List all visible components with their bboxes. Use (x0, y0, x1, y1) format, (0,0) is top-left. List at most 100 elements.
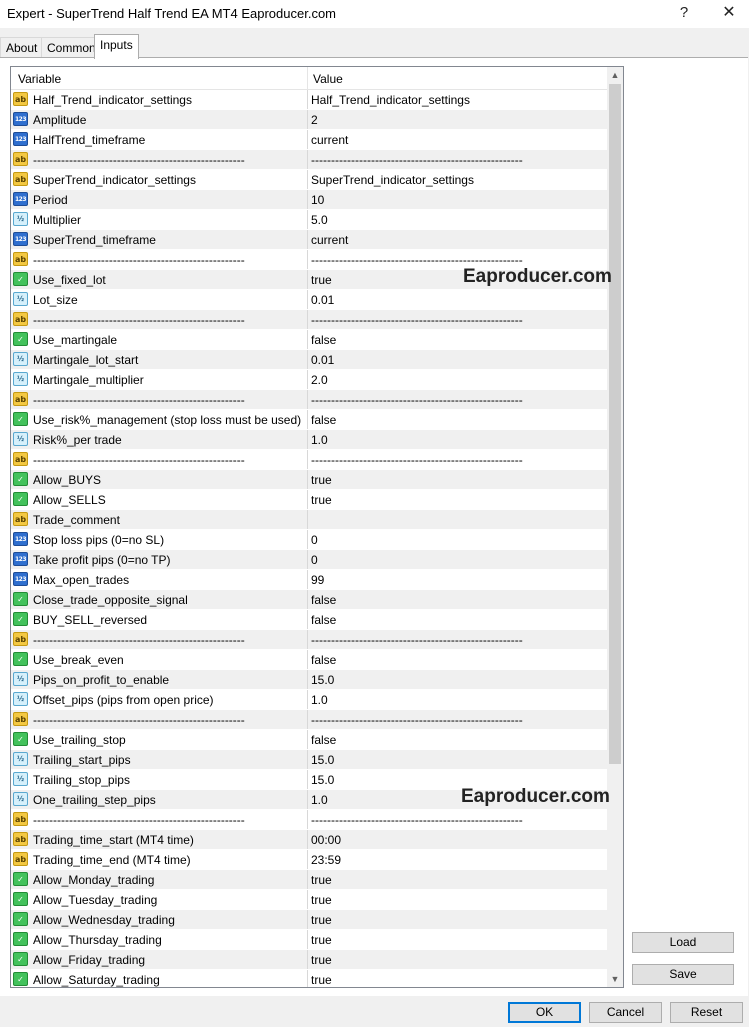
value-cell[interactable]: 1.0 (308, 430, 607, 449)
variable-value[interactable]: true (311, 953, 332, 967)
variable-value[interactable]: ----------------------------------------… (311, 153, 523, 167)
variable-value[interactable]: Half_Trend_indicator_settings (311, 93, 470, 107)
table-row[interactable]: ½ Martingale_multiplier 2.0 (11, 370, 607, 390)
variable-value[interactable]: 1.0 (311, 693, 328, 707)
value-cell[interactable] (308, 510, 607, 529)
variable-value[interactable]: true (311, 893, 332, 907)
variable-value[interactable]: 2 (311, 113, 318, 127)
tab-inputs[interactable]: Inputs (94, 34, 139, 59)
variable-value[interactable]: true (311, 493, 332, 507)
value-cell[interactable]: ----------------------------------------… (308, 630, 607, 649)
variable-value[interactable]: true (311, 973, 332, 987)
value-cell[interactable]: false (308, 730, 607, 749)
column-header-value[interactable]: Value (313, 72, 343, 86)
table-row[interactable]: ½ Martingale_lot_start 0.01 (11, 350, 607, 370)
value-cell[interactable]: current (308, 230, 607, 249)
value-cell[interactable]: 0 (308, 530, 607, 549)
table-row[interactable]: 123 Take profit pips (0=no TP) 0 (11, 550, 607, 570)
value-cell[interactable]: true (308, 930, 607, 949)
table-row[interactable]: ✓ Use_break_even false (11, 650, 607, 670)
table-row[interactable]: ½ Offset_pips (pips from open price) 1.0 (11, 690, 607, 710)
variable-value[interactable]: ----------------------------------------… (311, 633, 523, 647)
value-cell[interactable]: true (308, 970, 607, 987)
variable-value[interactable]: 00:00 (311, 833, 341, 847)
value-cell[interactable]: 1.0 (308, 690, 607, 709)
table-row[interactable]: ½ Trailing_start_pips 15.0 (11, 750, 607, 770)
value-cell[interactable]: true (308, 950, 607, 969)
value-cell[interactable]: true (308, 870, 607, 889)
table-row[interactable]: ab --------------------------------------… (11, 450, 607, 470)
value-cell[interactable]: false (308, 590, 607, 609)
value-cell[interactable]: SuperTrend_indicator_settings (308, 170, 607, 189)
variable-value[interactable]: false (311, 593, 336, 607)
table-row[interactable]: 123 Max_open_trades 99 (11, 570, 607, 590)
value-cell[interactable]: 2.0 (308, 370, 607, 389)
variable-value[interactable]: 10 (311, 193, 324, 207)
tab-about[interactable]: About (0, 37, 44, 58)
variable-value[interactable]: false (311, 333, 336, 347)
table-row[interactable]: ½ Lot_size 0.01 (11, 290, 607, 310)
table-row[interactable]: ab Half_Trend_indicator_settings Half_Tren… (11, 90, 607, 110)
table-row[interactable]: ✓ Allow_BUYS true (11, 470, 607, 490)
variable-value[interactable]: false (311, 413, 336, 427)
scroll-up-icon[interactable]: ▲ (607, 67, 623, 83)
value-cell[interactable]: 23:59 (308, 850, 607, 869)
value-cell[interactable]: false (308, 410, 607, 429)
variable-value[interactable]: current (311, 133, 348, 147)
table-row[interactable]: ab --------------------------------------… (11, 630, 607, 650)
table-row[interactable]: ✓ Close_trade_opposite_signal false (11, 590, 607, 610)
table-row[interactable]: 123 HalfTrend_timeframe current (11, 130, 607, 150)
ok-button[interactable]: OK (508, 1002, 581, 1023)
column-divider[interactable] (307, 67, 308, 89)
table-row[interactable]: 123 Period 10 (11, 190, 607, 210)
table-row[interactable]: 123 Stop loss pips (0=no SL) 0 (11, 530, 607, 550)
variable-value[interactable]: 1.0 (311, 433, 328, 447)
variable-value[interactable]: ----------------------------------------… (311, 813, 523, 827)
variable-value[interactable]: ----------------------------------------… (311, 313, 523, 327)
variable-value[interactable]: 0.01 (311, 293, 334, 307)
value-cell[interactable]: 0.01 (308, 290, 607, 309)
variable-value[interactable]: true (311, 913, 332, 927)
table-row[interactable]: ✓ Allow_Thursday_trading true (11, 930, 607, 950)
value-cell[interactable]: false (308, 650, 607, 669)
table-row[interactable]: ab --------------------------------------… (11, 810, 607, 830)
variable-value[interactable]: false (311, 733, 336, 747)
reset-button[interactable]: Reset (670, 1002, 743, 1023)
variable-value[interactable]: true (311, 873, 332, 887)
variable-value[interactable]: SuperTrend_indicator_settings (311, 173, 474, 187)
variable-value[interactable]: 15.0 (311, 673, 334, 687)
variable-value[interactable]: false (311, 613, 336, 627)
scroll-down-icon[interactable]: ▼ (607, 971, 623, 987)
value-cell[interactable]: 2 (308, 110, 607, 129)
value-cell[interactable]: ----------------------------------------… (308, 450, 607, 469)
value-cell[interactable]: 15.0 (308, 750, 607, 769)
table-row[interactable]: ab Trading_time_end (MT4 time) 23:59 (11, 850, 607, 870)
variable-value[interactable]: false (311, 653, 336, 667)
variable-value[interactable]: true (311, 273, 332, 287)
load-button[interactable]: Load (632, 932, 734, 953)
value-cell[interactable]: ----------------------------------------… (308, 810, 607, 829)
save-button[interactable]: Save (632, 964, 734, 985)
variable-value[interactable]: 2.0 (311, 373, 328, 387)
variable-value[interactable]: 15.0 (311, 753, 334, 767)
variable-value[interactable]: 0 (311, 533, 318, 547)
variable-value[interactable]: 5.0 (311, 213, 328, 227)
variable-value[interactable]: 23:59 (311, 853, 341, 867)
table-row[interactable]: ✓ Allow_Tuesday_trading true (11, 890, 607, 910)
table-row[interactable]: ½ Multiplier 5.0 (11, 210, 607, 230)
value-cell[interactable]: ----------------------------------------… (308, 710, 607, 729)
table-row[interactable]: ½ Pips_on_profit_to_enable 15.0 (11, 670, 607, 690)
value-cell[interactable]: true (308, 470, 607, 489)
value-cell[interactable]: 0 (308, 550, 607, 569)
vertical-scrollbar[interactable]: ▲ ▼ (607, 67, 623, 987)
table-row[interactable]: ✓ Allow_Monday_trading true (11, 870, 607, 890)
table-row[interactable]: ab Trading_time_start (MT4 time) 00:00 (11, 830, 607, 850)
value-cell[interactable]: true (308, 910, 607, 929)
variable-value[interactable]: 0.01 (311, 353, 334, 367)
value-cell[interactable]: ----------------------------------------… (308, 390, 607, 409)
value-cell[interactable]: 5.0 (308, 210, 607, 229)
variable-value[interactable]: 99 (311, 573, 324, 587)
variable-value[interactable]: ----------------------------------------… (311, 253, 523, 267)
variable-value[interactable]: 15.0 (311, 773, 334, 787)
table-row[interactable]: ✓ Allow_Wednesday_trading true (11, 910, 607, 930)
